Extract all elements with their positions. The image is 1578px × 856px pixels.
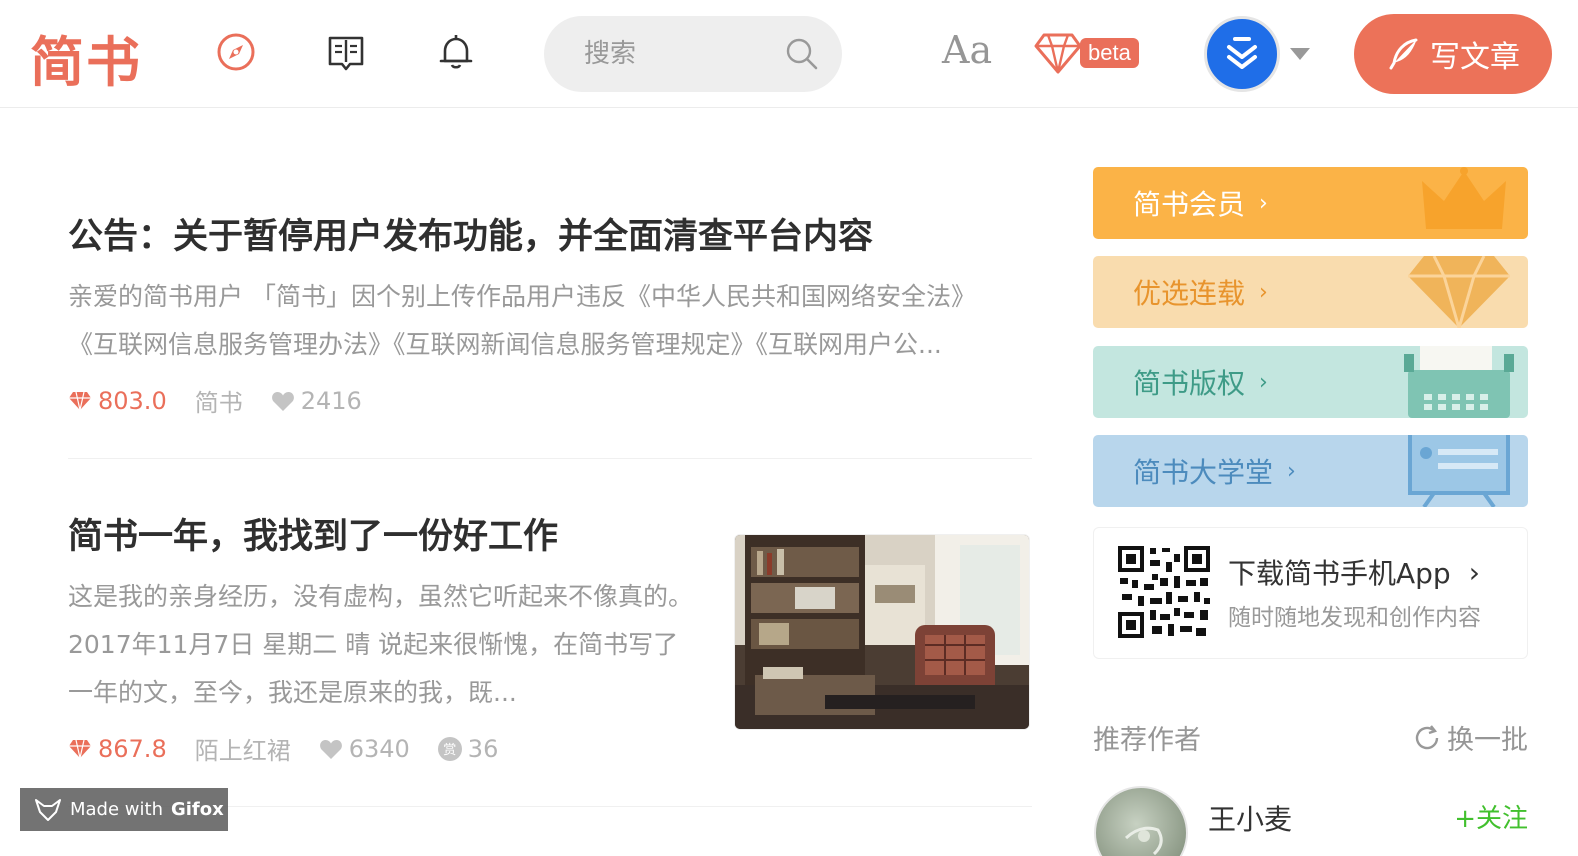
diamond-value: 803.0 [98,386,167,415]
article-meta: 803.0 简书 2416 [68,383,362,418]
font-settings-button[interactable]: Aa [942,28,992,72]
banner-membership[interactable]: 简书会员 › [1093,167,1528,239]
author-name[interactable]: 王小麦 [1208,798,1292,838]
compass-icon[interactable] [214,30,258,74]
article-thumbnail[interactable] [734,534,1030,730]
author-avatar-image [1124,826,1163,856]
article-meta: 867.8 陌上红裙 6340 赏 36 [68,731,498,766]
refresh-authors-button[interactable]: 换一批 [1413,718,1528,757]
typewriter-icon [1404,346,1514,418]
chevron-right-icon: › [1259,279,1268,305]
article-divider [68,458,1032,459]
watermark-prefix: Made with [70,799,163,820]
bell-icon[interactable] [434,30,478,74]
search-input[interactable] [584,34,774,74]
chevron-right-icon: › [1259,369,1268,395]
article-title[interactable]: 公告：关于暂停用户发布功能，并全面清查平台内容 [68,208,1032,259]
diamond-score: 867.8 [68,735,167,763]
app-download-title: 下载简书手机App › [1228,552,1480,592]
search-icon[interactable] [784,36,820,72]
qr-code-icon [1116,544,1212,640]
article-item: 简书一年，我找到了一份好工作 这是我的亲身经历，没有虚构，虽然它听起来不像真的。… [68,508,708,717]
article-abstract: 这是我的亲身经历，没有虚构，虽然它听起来不像真的。 2017年11月7日 星期二… [68,582,694,707]
banner-copyright[interactable]: 简书版权 › [1093,346,1528,418]
banner-label: 简书版权 › [1133,362,1268,402]
heart-icon [271,391,294,411]
likes-count: 2416 [271,387,362,415]
download-app-card[interactable]: 下载简书手机App › 随时随地发现和创作内容 [1093,527,1528,659]
write-article-button[interactable]: 写文章 [1354,14,1552,94]
avatar-chevrons-icon [1227,37,1257,69]
watermark-brand: Gifox [170,799,224,820]
gifox-watermark: Made with Gifox [20,788,228,831]
refresh-label: 换一批 [1447,725,1528,756]
top-navbar: 简书 搜索 Aa beta 写文章 [0,0,1578,108]
room-photo-image [735,535,1029,729]
book-icon[interactable] [324,30,368,74]
reward-icon: 赏 [437,736,462,761]
likes-count: 6340 [319,735,410,763]
recommended-authors-title: 推荐作者 [1093,725,1201,756]
search-bar [544,16,842,92]
likes-value: 6340 [348,734,410,763]
beta-badge: beta [1080,38,1139,68]
fox-logo-icon [35,798,61,821]
banner-text: 简书版权 [1133,367,1246,400]
diamond-icon [69,739,91,758]
chevron-right-icon: › [1468,555,1480,589]
screen-icon [1408,435,1510,507]
app-title-text: 下载简书手机App [1228,557,1451,590]
banner-label: 简书会员 › [1133,183,1268,223]
beta-button[interactable]: beta [1034,30,1146,76]
banner-text: 优选连载 [1133,277,1246,310]
recommended-authors-header: 推荐作者 换一批 [1093,716,1528,756]
likes-value: 2416 [300,386,362,415]
rewards-count: 赏 36 [437,734,499,763]
user-avatar[interactable] [1204,16,1280,92]
banner-serial[interactable]: 优选连载 › [1093,256,1528,328]
follow-button[interactable]: +关注 [1454,798,1528,835]
refresh-icon [1415,724,1439,749]
article-item: 公告：关于暂停用户发布功能，并全面清查平台内容 亲爱的简书用户 「简书」因个别上… [68,208,1032,369]
gem-icon [1408,256,1510,328]
crown-icon [1422,167,1506,229]
banner-text: 简书会员 [1133,188,1246,221]
chevron-right-icon: › [1287,458,1296,484]
banner-text: 简书大学堂 [1133,456,1274,489]
banner-academy[interactable]: 简书大学堂 › [1093,435,1528,507]
feather-icon [1389,38,1418,70]
article-abstract: 亲爱的简书用户 「简书」因个别上传作品用户违反《中华人民共和国网络安全法》《互联… [68,282,976,359]
rewards-value: 36 [467,734,499,763]
diamond-icon [69,391,91,410]
diamond-value: 867.8 [98,734,167,763]
diamond-score: 803.0 [68,387,167,415]
chevron-right-icon: › [1259,190,1268,216]
site-logo[interactable]: 简书 [30,18,142,97]
article-title[interactable]: 简书一年，我找到了一份好工作 [68,508,708,559]
article-author[interactable]: 陌上红裙 [195,731,291,766]
heart-icon [319,739,342,759]
diamond-icon [1034,33,1082,74]
app-download-subtitle: 随时随地发现和创作内容 [1228,605,1481,631]
author-avatar[interactable] [1094,786,1188,856]
banner-label: 简书大学堂 › [1133,451,1296,491]
write-article-label: 写文章 [1430,40,1520,75]
banner-label: 优选连载 › [1133,272,1268,312]
user-menu-caret-icon[interactable] [1290,48,1310,60]
article-author[interactable]: 简书 [195,383,243,418]
